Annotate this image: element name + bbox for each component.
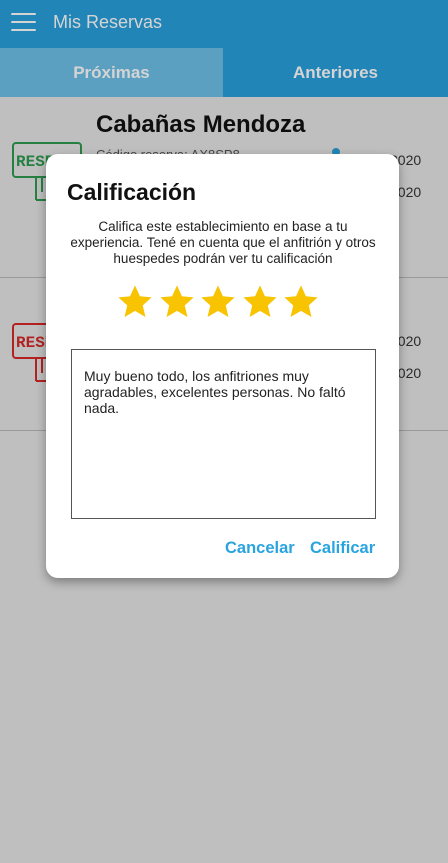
rating-dialog: Calificación Califica este establecimien…: [46, 154, 399, 578]
dialog-description: Califica este establecimiento en base a …: [70, 219, 376, 266]
submit-rating-button[interactable]: Calificar: [310, 539, 375, 558]
star-icon[interactable]: [158, 282, 196, 322]
cancel-button[interactable]: Cancelar: [225, 539, 295, 558]
star-icon[interactable]: [116, 282, 154, 322]
star-icon[interactable]: [282, 282, 320, 322]
comment-textarea[interactable]: Muy bueno todo, los anfitriones muy agra…: [71, 349, 376, 519]
star-rating[interactable]: [116, 282, 326, 328]
star-icon[interactable]: [241, 282, 279, 322]
dialog-title: Calificación: [67, 179, 197, 205]
star-icon[interactable]: [199, 282, 237, 322]
